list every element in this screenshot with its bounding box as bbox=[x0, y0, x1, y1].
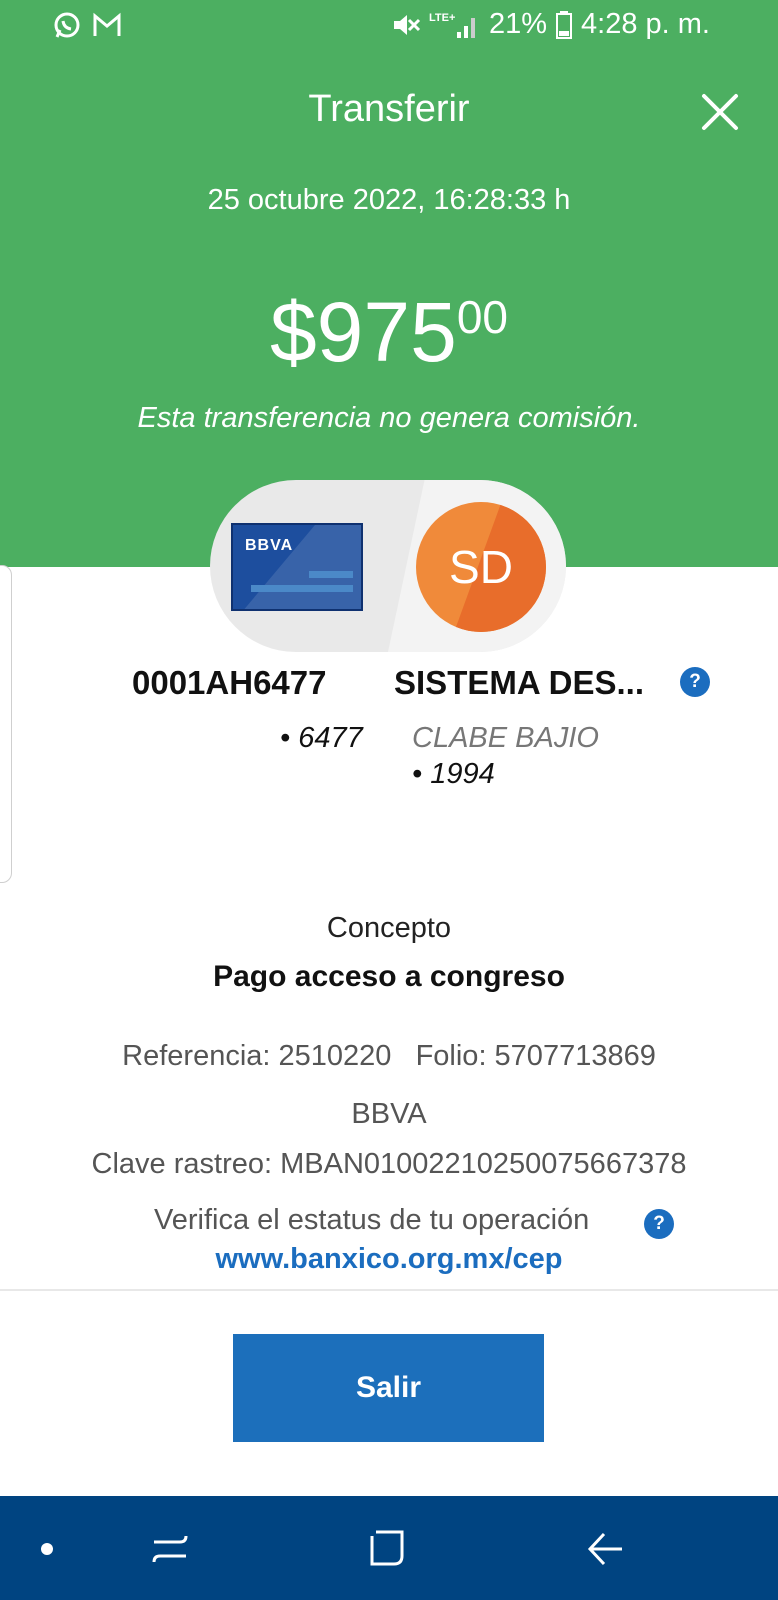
system-nav-bar bbox=[0, 1496, 778, 1600]
amount-main: $975 bbox=[269, 285, 457, 379]
transfer-date: 25 octubre 2022, 16:28:33 h bbox=[207, 184, 571, 216]
help-icon-verify[interactable]: ? bbox=[644, 1209, 674, 1239]
card-brand: BBVA bbox=[245, 537, 294, 554]
back-icon[interactable] bbox=[586, 1526, 626, 1572]
gmail-icon bbox=[93, 12, 121, 36]
verify-text: Verifica el estatus de tu operación bbox=[154, 1204, 590, 1236]
recents-icon[interactable] bbox=[150, 1526, 190, 1572]
bank-name: BBVA bbox=[351, 1098, 427, 1130]
status-bar: LTE+ 21% 4:28 p. m. bbox=[0, 0, 778, 56]
concept-label: Concepto bbox=[326, 912, 452, 944]
close-icon[interactable] bbox=[700, 92, 740, 132]
destination-bank: CLABE BAJIO bbox=[412, 722, 599, 754]
signal-icon: LTE+ bbox=[429, 12, 475, 38]
svg-text:LTE+: LTE+ bbox=[429, 12, 455, 24]
destination-avatar: SD bbox=[416, 502, 546, 632]
reference-folio: Referencia: 2510220 Folio: 5707713869 bbox=[122, 1040, 656, 1072]
page-title: Transferir bbox=[308, 88, 470, 130]
destination-last-digits: • 1994 bbox=[412, 758, 495, 790]
destination-name: SISTEMA DES... bbox=[394, 664, 644, 701]
concept-value: Pago acceso a congreso bbox=[213, 960, 565, 993]
tracking-key: Clave rastreo: MBAN01002210250075667378 bbox=[91, 1148, 687, 1180]
origin-last-digits: • 6477 bbox=[280, 722, 363, 754]
origin-card-image: BBVA bbox=[231, 523, 363, 611]
avatar-initials: SD bbox=[449, 541, 513, 593]
exit-button[interactable]: Salir bbox=[233, 1334, 544, 1442]
transfer-amount: $97500 bbox=[0, 290, 778, 374]
battery-icon bbox=[556, 10, 573, 39]
whatsapp-icon bbox=[54, 12, 80, 38]
side-panel-handle[interactable] bbox=[0, 565, 12, 883]
banxico-link[interactable]: www.banxico.org.mx/cep bbox=[0, 1243, 778, 1276]
nav-dot-icon[interactable] bbox=[41, 1543, 53, 1555]
amount-cents: 00 bbox=[456, 291, 509, 343]
origin-account: 0001AH6477 bbox=[132, 664, 327, 701]
mute-icon bbox=[393, 14, 421, 35]
home-icon[interactable] bbox=[368, 1526, 408, 1572]
help-icon[interactable]: ? bbox=[680, 667, 710, 697]
commission-note: Esta transferencia no genera comisión. bbox=[137, 402, 641, 434]
divider bbox=[0, 1289, 778, 1291]
clock: 4:28 p. m. bbox=[581, 8, 710, 40]
battery-percent: 21% bbox=[488, 8, 548, 40]
